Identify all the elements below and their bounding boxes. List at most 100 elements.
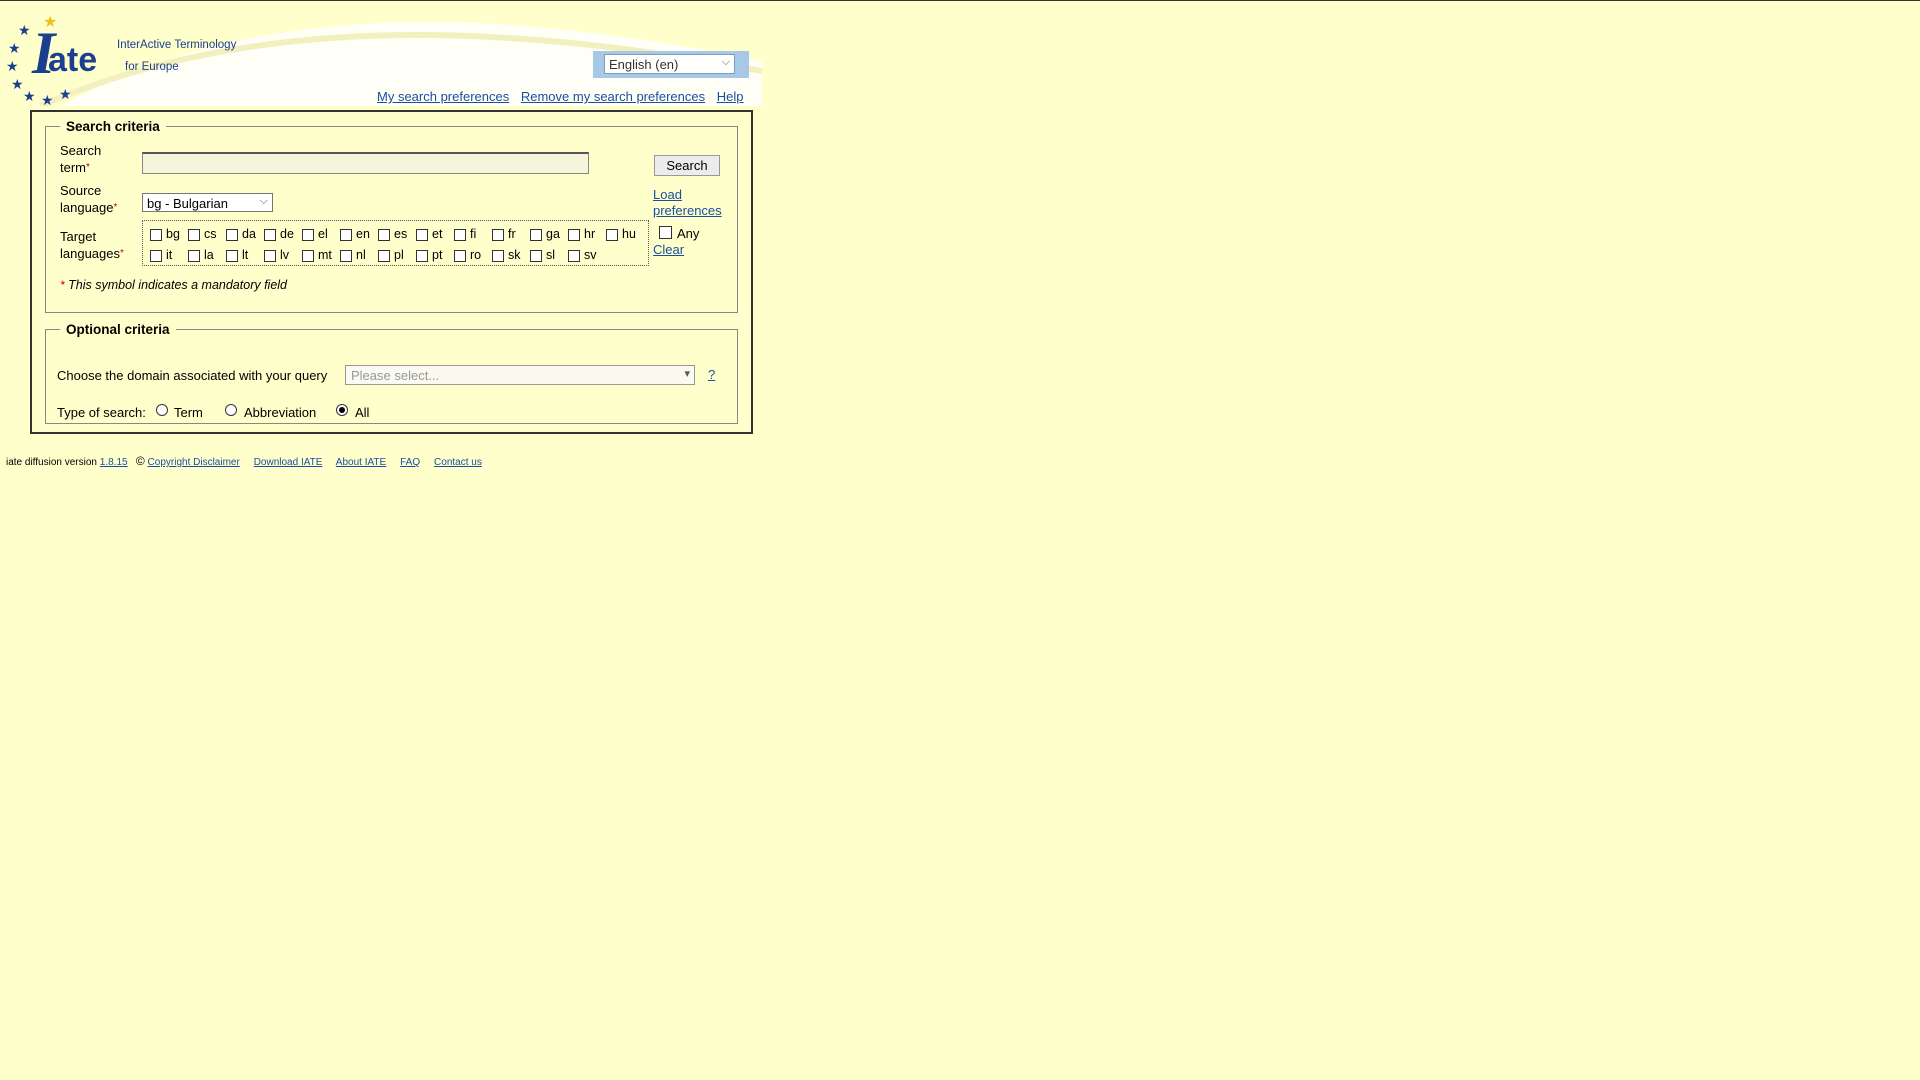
target-lang-label-sv: sv — [584, 248, 597, 262]
target-lang-label-et: et — [432, 227, 443, 241]
source-language-select[interactable]: bg - Bulgarian ⌵ — [142, 193, 273, 212]
target-lang-checkbox-mt[interactable] — [302, 250, 314, 262]
copyright-disclaimer-link[interactable]: Copyright Disclaimer — [148, 457, 240, 468]
version-link[interactable]: 1.8.15 — [100, 457, 128, 468]
type-all-label: All — [355, 405, 370, 420]
svg-text:★: ★ — [59, 86, 72, 102]
search-button[interactable]: Search — [654, 155, 720, 176]
type-term-label: Term — [174, 405, 203, 420]
target-lang-checkbox-es[interactable] — [378, 229, 390, 241]
mandatory-note-text: This symbol indicates a mandatory field — [68, 278, 288, 292]
source-language-value: bg - Bulgarian — [147, 196, 228, 211]
target-lang-label-es: es — [394, 227, 408, 241]
download-iate-link[interactable]: Download IATE — [254, 457, 323, 468]
remove-search-preferences-link[interactable]: Remove my search preferences — [521, 89, 705, 104]
target-lang-label-fi: fi — [470, 227, 477, 241]
iate-logo-icon: I ate ★ ★ ★ ★ ★ ★ ★ ★ — [6, 14, 97, 108]
target-lang-label-mt: mt — [318, 248, 332, 262]
target-lang-label-da: da — [242, 227, 256, 241]
target-languages-label: Target languages* — [60, 228, 124, 262]
target-lang-checkbox-lt[interactable] — [226, 250, 238, 262]
search-form: Search criteria Search term* Search Sour… — [30, 110, 753, 434]
target-lang-label-fr: fr — [508, 227, 516, 241]
svg-text:★: ★ — [43, 14, 57, 31]
logo-tagline-line2: for Europe — [125, 61, 179, 73]
any-language-checkbox[interactable] — [659, 226, 672, 239]
svg-text:★: ★ — [11, 76, 24, 92]
target-lang-checkbox-nl[interactable] — [340, 250, 352, 262]
target-lang-checkbox-it[interactable] — [150, 250, 162, 262]
target-lang-checkbox-sl[interactable] — [530, 250, 542, 262]
target-lang-checkbox-et[interactable] — [416, 229, 428, 241]
target-lang-checkbox-sv[interactable] — [568, 250, 580, 262]
target-languages-grid: bg cs da de el en es et fi fr ga hr hu it la lt lv mt nl pl… — [142, 220, 649, 266]
target-lang-checkbox-fi[interactable] — [454, 229, 466, 241]
target-lang-label-ro: ro — [470, 248, 482, 262]
search-input[interactable] — [142, 152, 589, 174]
target-lang-label-it: it — [166, 248, 173, 262]
target-languages-label-line1: Target — [60, 229, 97, 244]
target-lang-checkbox-el[interactable] — [302, 229, 314, 241]
target-lang-checkbox-hu[interactable] — [606, 229, 618, 241]
target-lang-checkbox-bg[interactable] — [150, 229, 162, 241]
my-search-preferences-link[interactable]: My search preferences — [377, 89, 509, 104]
any-language-label: Any — [677, 226, 700, 241]
header-links: My search preferences Remove my search p… — [377, 89, 751, 104]
svg-text:★: ★ — [18, 22, 31, 38]
target-lang-label-en: en — [356, 227, 370, 241]
target-lang-checkbox-hr[interactable] — [568, 229, 580, 241]
type-of-search-label: Type of search: — [57, 405, 146, 420]
target-lang-label-nl: nl — [356, 248, 366, 262]
target-lang-checkbox-pl[interactable] — [378, 250, 390, 262]
target-lang-label-hr: hr — [584, 227, 596, 241]
target-lang-checkbox-sk[interactable] — [492, 250, 504, 262]
target-lang-checkbox-lv[interactable] — [264, 250, 276, 262]
target-lang-label-de: de — [280, 227, 294, 241]
target-lang-checkbox-la[interactable] — [188, 250, 200, 262]
load-preferences-line2: preferences — [653, 203, 722, 218]
faq-link[interactable]: FAQ — [400, 457, 420, 468]
interface-language-value: English (en) — [609, 57, 679, 72]
contact-us-link[interactable]: Contact us — [434, 457, 482, 468]
optional-criteria-legend: Optional criteria — [66, 322, 170, 337]
domain-help-link[interactable]: ? — [708, 367, 715, 382]
search-criteria-fieldset: Search criteria Search term* Search Sour… — [45, 119, 738, 313]
mandatory-note: * This symbol indicates a mandatory fiel… — [60, 278, 287, 292]
target-lang-checkbox-de[interactable] — [264, 229, 276, 241]
target-lang-label-lv: lv — [280, 248, 290, 262]
domain-label: Choose the domain associated with your q… — [57, 368, 328, 383]
iate-page: I ate ★ ★ ★ ★ ★ ★ ★ ★ InterActive Termin… — [0, 1, 762, 468]
search-criteria-legend: Search criteria — [66, 119, 160, 134]
domain-placeholder: Please select... — [351, 368, 440, 383]
target-lang-label-hu: hu — [622, 227, 636, 241]
type-all-radio[interactable] — [336, 404, 348, 416]
target-lang-label-sk: sk — [508, 248, 521, 262]
target-lang-checkbox-ga[interactable] — [530, 229, 542, 241]
chevron-down-icon: ⌵ — [721, 56, 730, 68]
target-lang-label-lt: lt — [242, 248, 249, 262]
svg-text:★: ★ — [8, 40, 21, 56]
svg-text:ate: ate — [48, 41, 97, 79]
target-lang-label-pl: pl — [394, 248, 404, 262]
help-link[interactable]: Help — [717, 89, 744, 104]
target-lang-label-cs: cs — [204, 227, 217, 241]
required-mark: * — [86, 162, 90, 173]
optional-criteria-fieldset: Optional criteria Choose the domain asso… — [45, 322, 738, 424]
clear-link[interactable]: Clear — [653, 242, 684, 257]
load-preferences-link[interactable]: Load preferences — [653, 187, 722, 219]
domain-select[interactable]: Please select... ▾ — [345, 365, 695, 385]
target-lang-checkbox-cs[interactable] — [188, 229, 200, 241]
target-lang-checkbox-da[interactable] — [226, 229, 238, 241]
target-lang-checkbox-en[interactable] — [340, 229, 352, 241]
target-lang-checkbox-ro[interactable] — [454, 250, 466, 262]
about-iate-link[interactable]: About IATE — [336, 457, 386, 468]
target-lang-label-la: la — [204, 248, 214, 262]
source-language-label-line2: language — [60, 200, 114, 215]
type-term-radio[interactable] — [156, 404, 168, 416]
logo-tagline-line1: InterActive Terminology — [117, 39, 237, 51]
target-lang-checkbox-fr[interactable] — [492, 229, 504, 241]
interface-language-select[interactable]: English (en) ⌵ — [604, 54, 735, 74]
source-language-label: Source language* — [60, 182, 117, 216]
type-abbreviation-radio[interactable] — [225, 404, 237, 416]
target-lang-checkbox-pt[interactable] — [416, 250, 428, 262]
